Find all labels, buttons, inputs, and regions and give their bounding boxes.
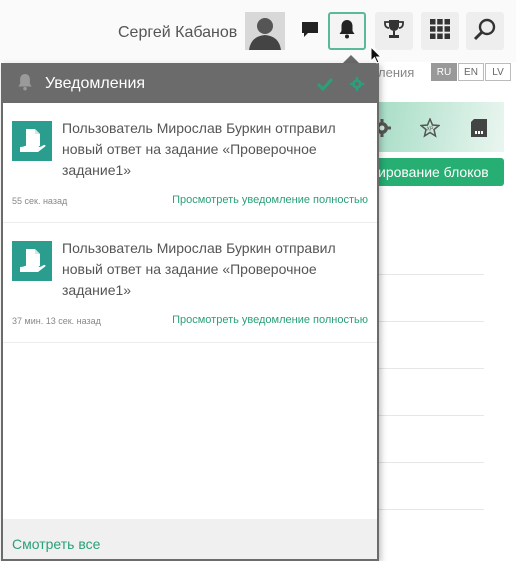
notification-text: Пользователь Мирослав Буркин отправил но… [62,120,336,178]
dropdown-footer: Смотреть все [3,519,377,559]
mark-all-read-check-icon[interactable] [315,74,335,94]
dropdown-caret [343,55,359,63]
bell-icon [338,19,356,44]
sd-card-icon[interactable] [470,118,488,143]
dropdown-title: Уведомления [45,75,146,92]
mouse-cursor-icon [370,45,383,69]
xp-star-icon[interactable]: XP [419,117,441,143]
user-name[interactable]: Сергей Кабанов [118,24,237,42]
breadcrumb[interactable]: ления [378,65,414,80]
achievements-button[interactable] [375,12,413,50]
lang-ru[interactable]: RU [431,63,457,81]
lang-en[interactable]: EN [458,63,484,81]
view-notification-link[interactable]: Просмотреть уведомление полностью [172,194,368,206]
list-row [378,275,484,322]
avatar[interactable] [245,12,285,50]
list-row [378,228,484,275]
list-row [378,463,484,510]
svg-text:XP: XP [427,127,434,133]
notification-text: Пользователь Мирослав Буркин отправил но… [62,240,336,298]
list-row [378,416,484,463]
language-switcher: RU EN LV [431,63,512,81]
chat-button[interactable] [291,12,329,50]
see-all-link[interactable]: Смотреть все [12,536,100,552]
document-hand-icon [12,121,52,161]
settings-gear-icon[interactable] [347,74,367,94]
trophy-icon [383,18,405,45]
notification-item[interactable]: Пользователь Мирослав Буркин отправил но… [3,223,377,343]
lang-lv[interactable]: LV [485,63,511,81]
notification-time: 37 мин. 13 сек. назад [12,316,101,326]
bell-icon [17,73,33,96]
dropdown-header: Уведомления [3,65,377,103]
grid-icon [429,18,451,45]
search-button[interactable] [466,12,504,50]
notification-item[interactable]: Пользователь Мирослав Буркин отправил но… [3,103,377,223]
notification-time: 55 сек. назад [12,196,68,206]
search-icon [473,17,497,46]
blocks-button[interactable]: ирование блоков [370,158,504,186]
notifications-dropdown: Уведомления Пользователь Мирослав Буркин… [1,63,379,561]
document-hand-icon [12,241,52,281]
chat-icon [300,19,320,44]
view-notification-link[interactable]: Просмотреть уведомление полностью [172,314,368,326]
list-row [378,322,484,369]
notifications-button[interactable] [328,12,366,50]
list-row [378,369,484,416]
apps-button[interactable] [421,12,459,50]
